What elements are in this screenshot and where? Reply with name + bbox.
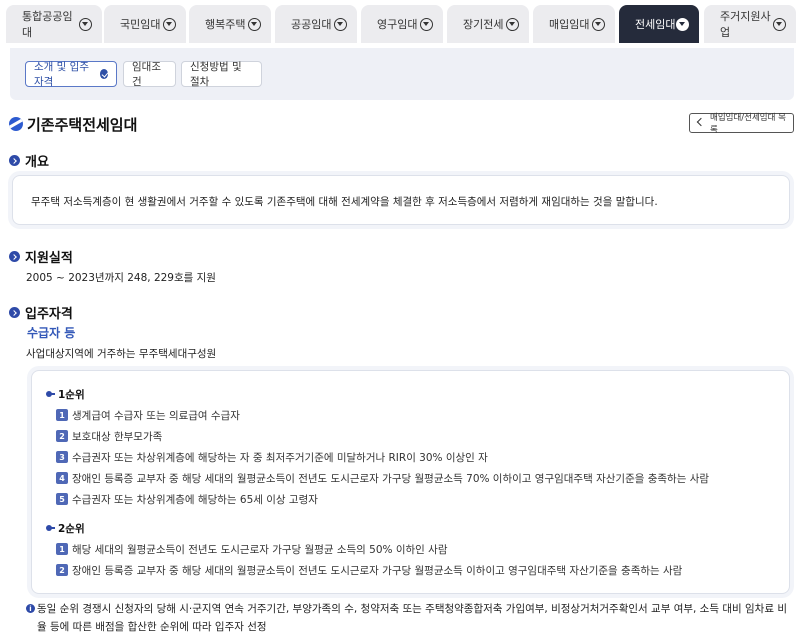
subtab-intro-eligibility[interactable]: 소개 및 입주자격 [25, 61, 117, 88]
section-title-overview: 개요 [25, 155, 49, 170]
check-icon [99, 69, 108, 79]
chevron-down-icon [676, 17, 689, 31]
number-badge: 2 [56, 430, 68, 442]
chevron-down-icon [248, 17, 261, 31]
chevron-down-icon [334, 17, 347, 31]
tab-public-rental[interactable]: 공공임대 [275, 5, 357, 43]
number-badge: 3 [56, 451, 68, 463]
selection-note: 동일 순위 경쟁시 신청자의 당해 시·군지역 연속 거주기간, 부양가족의 수… [37, 603, 787, 633]
section-title-performance: 지원실적 [25, 251, 73, 266]
rank1-title: 1순위 [58, 389, 85, 401]
list-item: 장애인 등록증 교부자 중 해당 세대의 월평균소득이 전년도 도시근로자 가구… [72, 473, 710, 485]
eligibility-description: 사업대상지역에 거주하는 무주택세대구성원 [26, 348, 217, 360]
number-badge: 1 [56, 409, 68, 421]
page-title: 기존주택전세임대 [27, 116, 138, 134]
logo-icon [9, 117, 23, 131]
bullet-icon [46, 391, 55, 397]
tab-label: 통합공공임대 [22, 10, 73, 39]
chevron-circle-icon [9, 307, 20, 318]
subtab-label: 임대조건 [132, 61, 161, 88]
number-badge: 1 [56, 543, 68, 555]
list-item: 보호대상 한부모가족 [72, 431, 163, 443]
performance-text: 2005 ~ 2023년까지 248, 229호를 지원 [26, 272, 216, 284]
chevron-circle-icon [9, 251, 20, 262]
tab-label: 영구임대 [377, 18, 418, 31]
chevron-down-icon [592, 17, 605, 31]
main-nav: 통합공공임대 국민임대 행복주택 공공임대 영구임대 장기전세 매입임대 전세임… [0, 0, 800, 48]
tab-happy-housing[interactable]: 행복주택 [189, 5, 271, 43]
eligibility-subheading: 수급자 등 [27, 326, 76, 340]
bullet-icon [46, 525, 55, 531]
tab-label: 매입임대 [549, 18, 590, 31]
tab-label: 행복주택 [205, 18, 246, 31]
sub-tab-bar: 소개 및 입주자격 임대조건 신청방법 및 절차 [10, 48, 794, 100]
tab-national-rental[interactable]: 국민임대 [104, 5, 186, 43]
number-badge: 5 [56, 493, 68, 505]
list-item: 생계급여 수급자 또는 의료급여 수급자 [72, 410, 240, 422]
tab-jeonse-rental[interactable]: 전세임대 [619, 5, 699, 43]
chevron-down-icon [420, 17, 433, 31]
tab-label: 공공임대 [291, 18, 332, 31]
subtab-label: 신청방법 및 절차 [190, 61, 242, 88]
chevron-down-icon [773, 17, 786, 31]
chevron-circle-icon [9, 155, 20, 166]
chevron-down-icon [79, 17, 92, 31]
rank2-title: 2순위 [58, 523, 85, 535]
tab-integrated-public-rental[interactable]: 통합공공임대 [6, 5, 102, 43]
section-title-eligibility: 입주자격 [25, 307, 73, 322]
tab-label: 전세임대 [635, 18, 676, 31]
chevron-down-icon [163, 17, 176, 31]
tab-label: 장기전세 [463, 18, 504, 31]
number-badge: 2 [56, 564, 68, 576]
back-to-list-button[interactable]: 매입임대/전세임대 목록 [689, 113, 794, 135]
tab-label: 주거지원사업 [720, 10, 771, 39]
tab-long-term-jeonse[interactable]: 장기전세 [447, 5, 529, 43]
chevron-left-icon [696, 117, 706, 127]
info-icon: i [26, 604, 35, 613]
subtab-application-process[interactable]: 신청방법 및 절차 [181, 61, 262, 88]
subtab-label: 소개 및 입주자격 [34, 61, 89, 88]
list-item: 수급권자 또는 차상위계층에 해당하는 자 중 최저주거기준에 미달하거나 RI… [72, 452, 488, 464]
subtab-rental-conditions[interactable]: 임대조건 [123, 61, 176, 88]
overview-text: 무주택 저소득계층이 현 생활권에서 거주할 수 있도록 기존주택에 대해 전세… [31, 196, 658, 208]
list-item: 장애인 등록증 교부자 중 해당 세대의 월평균소득이 전년도 도시근로자 가구… [72, 565, 683, 577]
list-item: 수급권자 또는 차상위계층에 해당하는 65세 이상 고령자 [72, 494, 318, 506]
number-badge: 4 [56, 472, 68, 484]
back-button-label: 매입임대/전세임대 목록 [710, 113, 786, 135]
tab-housing-support[interactable]: 주거지원사업 [704, 5, 796, 43]
tab-permanent-rental[interactable]: 영구임대 [361, 5, 443, 43]
tab-label: 국민임대 [120, 18, 161, 31]
tab-purchase-rental[interactable]: 매입임대 [533, 5, 615, 43]
list-item: 해당 세대의 월평균소득이 전년도 도시근로자 가구당 월평균 소득의 50% … [72, 544, 448, 556]
chevron-down-icon [506, 17, 519, 31]
